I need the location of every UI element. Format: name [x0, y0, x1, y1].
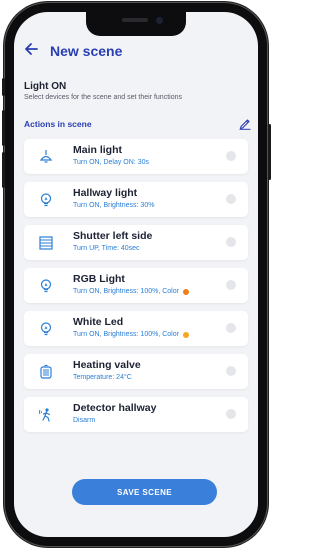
action-subtitle: Turn ON, Brightness: 30%	[73, 202, 155, 209]
action-card-rgb-light[interactable]: RGB Light Turn ON, Brightness: 100%, Col…	[24, 268, 248, 303]
action-toggle[interactable]	[226, 409, 236, 419]
scene-description: Select devices for the scene and set the…	[24, 94, 182, 101]
action-subtitle: Disarm	[73, 417, 96, 424]
action-toggle[interactable]	[226, 280, 236, 290]
radiator-icon	[38, 364, 54, 380]
action-title: White Led	[73, 316, 124, 328]
action-subtitle: Turn ON, Delay ON: 30s	[73, 159, 149, 166]
action-toggle[interactable]	[226, 237, 236, 247]
notch	[86, 12, 186, 36]
mute-switch	[2, 78, 5, 96]
action-title: Detector hallway	[73, 402, 157, 414]
action-card-shutter-left-side[interactable]: Shutter left side Turn UP, Time: 40sec	[24, 225, 248, 260]
page-title: New scene	[50, 43, 123, 59]
action-subtitle: Turn ON, Brightness: 100%, Color	[73, 288, 189, 295]
action-toggle[interactable]	[226, 366, 236, 376]
volume-up-button	[2, 110, 5, 146]
power-button	[268, 124, 271, 180]
bulb-icon	[38, 278, 54, 294]
action-title: Shutter left side	[73, 230, 153, 242]
app-screen: New scene Light ON Select devices for th…	[14, 12, 258, 537]
action-card-detector-hallway[interactable]: Detector hallway Disarm	[24, 397, 248, 432]
action-title: Hallway light	[73, 187, 138, 199]
action-title: RGB Light	[73, 273, 125, 285]
action-subtitle: Temperature: 24°C	[73, 374, 132, 381]
action-card-hallway-light[interactable]: Hallway light Turn ON, Brightness: 30%	[24, 182, 248, 217]
arrow-left-icon[interactable]	[24, 42, 40, 60]
action-toggle[interactable]	[226, 194, 236, 204]
actions-section-label: Actions in scene	[24, 119, 92, 129]
ceiling-lamp-icon	[38, 149, 54, 165]
action-title: Main light	[73, 144, 122, 156]
pencil-edit-icon[interactable]	[238, 116, 252, 130]
volume-down-button	[2, 152, 5, 188]
bulb-icon	[38, 192, 54, 208]
color-swatch	[182, 288, 189, 295]
device-frame: New scene Light ON Select devices for th…	[0, 0, 273, 550]
header: New scene	[24, 42, 122, 60]
motion-detector-icon	[38, 407, 54, 423]
action-card-heating-valve[interactable]: Heating valve Temperature: 24°C	[24, 354, 248, 389]
action-subtitle: Turn UP, Time: 40sec	[73, 245, 140, 252]
save-scene-button[interactable]: SAVE SCENE	[72, 479, 217, 505]
action-card-main-light[interactable]: Main light Turn ON, Delay ON: 30s	[24, 139, 248, 174]
action-card-white-led[interactable]: White Led Turn ON, Brightness: 100%, Col…	[24, 311, 248, 346]
action-title: Heating valve	[73, 359, 141, 371]
shutter-icon	[38, 235, 54, 251]
action-subtitle: Turn ON, Brightness: 100%, Color	[73, 331, 189, 338]
front-camera	[156, 17, 163, 24]
action-toggle[interactable]	[226, 151, 236, 161]
action-toggle[interactable]	[226, 323, 236, 333]
color-swatch	[182, 331, 189, 338]
bulb-icon	[38, 321, 54, 337]
speaker-grille	[122, 18, 148, 22]
scene-name: Light ON	[24, 81, 67, 92]
